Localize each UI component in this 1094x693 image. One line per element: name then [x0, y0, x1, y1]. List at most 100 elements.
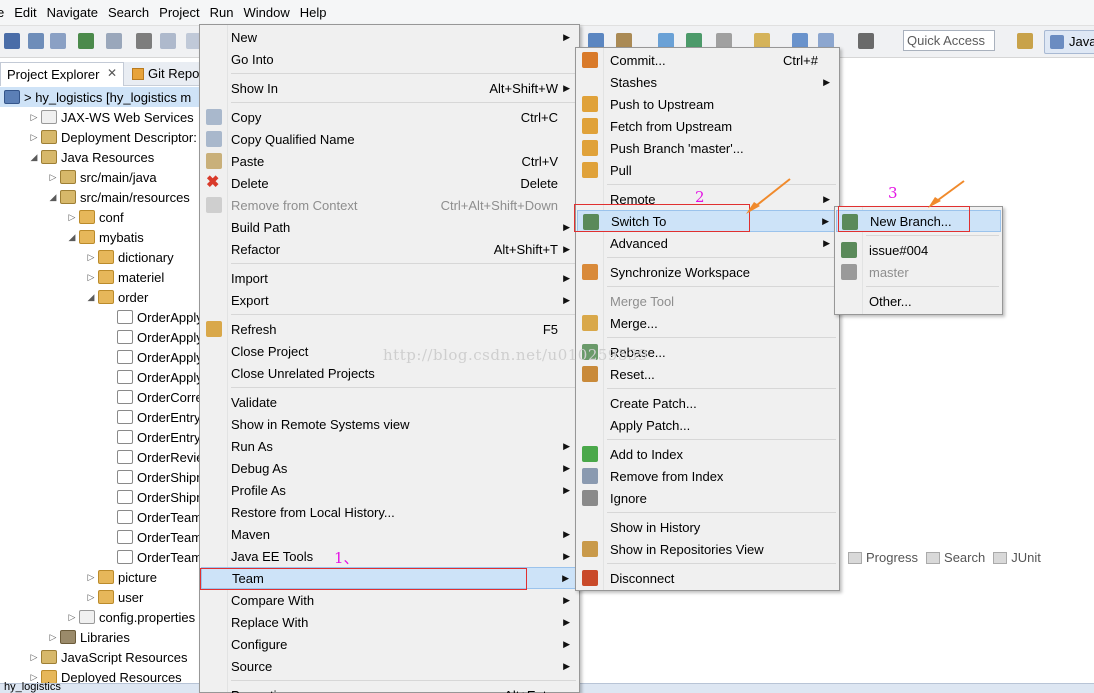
tree-row[interactable]: ◢ Java Resources [27, 147, 155, 167]
menu-window[interactable]: Window [243, 5, 289, 20]
open-perspective-icon[interactable] [1017, 33, 1033, 49]
tree-row[interactable]: ▷ JavaScript Resources [27, 647, 188, 667]
menu-item-profile-as[interactable]: Profile As ▶ [201, 479, 578, 501]
tree-row[interactable]: ▷ picture [84, 567, 158, 587]
tab-project-explorer[interactable]: Project Explorer ✕ [0, 62, 124, 86]
menu-item-pull[interactable]: Pull [577, 159, 838, 181]
menu-edit[interactable]: Edit [14, 5, 36, 20]
expand-arrow-icon[interactable]: ▷ [84, 572, 98, 583]
tree-row[interactable]: ▷ JAX-WS Web Services [27, 107, 194, 127]
tree-row[interactable]: ▷ config.properties [65, 607, 196, 627]
menu-item-go-into[interactable]: Go Into [201, 48, 578, 70]
tree-row[interactable]: OrderCorrec [103, 387, 200, 407]
menu-item-stashes[interactable]: Stashes ▶ [577, 71, 838, 93]
save-icon[interactable] [28, 33, 44, 49]
collapse-arrow-icon[interactable]: ◢ [65, 232, 79, 243]
tree-row[interactable]: ◢ src/main/resources [46, 187, 190, 207]
tree-row[interactable]: ▷ materiel [84, 267, 165, 287]
close-icon[interactable]: ✕ [107, 66, 117, 80]
menu-item-advanced[interactable]: Advanced ▶ [577, 232, 838, 254]
java-perspective-button[interactable]: Java [1044, 30, 1094, 54]
tab-progress[interactable]: Progress [848, 550, 918, 565]
menu-item-validate[interactable]: Validate [201, 391, 578, 413]
menu-project[interactable]: Project [159, 5, 199, 20]
tab-search[interactable]: Search [926, 550, 985, 565]
tree-row[interactable]: OrderTeamM [103, 547, 200, 567]
tab-junit[interactable]: JUnit [993, 550, 1041, 565]
menu-item-merge[interactable]: Merge... [577, 312, 838, 334]
tab-git-repositories[interactable]: Git Repo [128, 62, 208, 86]
tree-row[interactable]: ▷ Libraries [46, 627, 130, 647]
menu-item-push-branch-master[interactable]: Push Branch 'master'... [577, 137, 838, 159]
tree-row[interactable]: OrderTeamD [103, 507, 200, 527]
menu-item-refresh[interactable]: Refresh F5 [201, 318, 578, 340]
collapse-arrow-icon[interactable]: ◢ [27, 152, 41, 163]
tree-row[interactable]: OrderApplyU [103, 367, 200, 387]
tree-row[interactable]: ▷ Deployment Descriptor: hy [27, 127, 200, 147]
menu-item-reset[interactable]: Reset... [577, 363, 838, 385]
quick-access-input[interactable]: Quick Access [903, 30, 995, 51]
menu-item-delete[interactable]: ✖ Delete Delete [201, 172, 578, 194]
menu-item-show-in-repositories-view[interactable]: Show in Repositories View [577, 538, 838, 560]
tree-row[interactable]: OrderEntryM [103, 427, 200, 447]
collapse-arrow-icon[interactable]: ◢ [84, 292, 98, 303]
expand-arrow-icon[interactable]: ▷ [84, 272, 98, 283]
tree-row[interactable]: ▷ conf [65, 207, 124, 227]
menu-item-fetch-from-upstream[interactable]: Fetch from Upstream [577, 115, 838, 137]
menu-item-export[interactable]: Export ▶ [201, 289, 578, 311]
new-icon[interactable] [4, 33, 20, 49]
tree-row[interactable]: ◢ order [84, 287, 149, 307]
menu-run[interactable]: Run [210, 5, 234, 20]
menu-item-disconnect[interactable]: Disconnect [577, 567, 838, 589]
tree-row[interactable]: OrderShipme [103, 467, 200, 487]
tree-row-project[interactable]: > hy_logistics [hy_logistics m [0, 87, 200, 107]
tree-row[interactable]: ▷ dictionary [84, 247, 174, 267]
tree-row[interactable]: ▷ src/main/java [46, 167, 157, 187]
menu-navigate[interactable]: Navigate [47, 5, 98, 20]
menu-item-add-to-index[interactable]: Add to Index [577, 443, 838, 465]
menu-item-import[interactable]: Import ▶ [201, 267, 578, 289]
tree-row[interactable]: OrderReview [103, 447, 200, 467]
menu-item-build-path[interactable]: Build Path ▶ [201, 216, 578, 238]
suspend-icon[interactable] [160, 33, 176, 49]
tree-row[interactable]: OrderShipme [103, 487, 200, 507]
menu-item-run-as[interactable]: Run As ▶ [201, 435, 578, 457]
tree-row[interactable]: OrderApplyD [103, 307, 200, 327]
menu-item-compare-with[interactable]: Compare With ▶ [201, 589, 578, 611]
expand-arrow-icon[interactable]: ▷ [84, 592, 98, 603]
menu-item-replace-with[interactable]: Replace With ▶ [201, 611, 578, 633]
expand-arrow-icon[interactable]: ▷ [46, 172, 60, 183]
menu-help[interactable]: Help [300, 5, 327, 20]
menu-item-copy-qualified-name[interactable]: Copy Qualified Name [201, 128, 578, 150]
menu-e[interactable]: e [0, 5, 4, 20]
menu-item-show-in-remote-systems-view[interactable]: Show in Remote Systems view [201, 413, 578, 435]
menu-item-create-patch[interactable]: Create Patch... [577, 392, 838, 414]
menu-item-properties[interactable]: Properties Alt+Enter [201, 684, 578, 693]
tree-row[interactable]: OrderApplyM [103, 347, 200, 367]
menu-item-maven[interactable]: Maven ▶ [201, 523, 578, 545]
expand-arrow-icon[interactable]: ▷ [65, 612, 79, 623]
menu-item-show-in[interactable]: Show In Alt+Shift+W ▶ [201, 77, 578, 99]
menu-item-close-unrelated-projects[interactable]: Close Unrelated Projects [201, 362, 578, 384]
expand-arrow-icon[interactable]: ▷ [46, 632, 60, 643]
expand-arrow-icon[interactable]: ▷ [27, 132, 41, 143]
tree-row[interactable]: OrderApplyL [103, 327, 200, 347]
resume-icon[interactable] [136, 33, 152, 49]
menu-item-other[interactable]: Other... [836, 290, 1001, 312]
menu-item-apply-patch[interactable]: Apply Patch... [577, 414, 838, 436]
menu-item-refactor[interactable]: Refactor Alt+Shift+T ▶ [201, 238, 578, 260]
menu-item-paste[interactable]: Paste Ctrl+V [201, 150, 578, 172]
skip-breakpoints-icon[interactable] [106, 33, 122, 49]
menu-item-restore-from-local-history[interactable]: Restore from Local History... [201, 501, 578, 523]
menu-item-push-to-upstream[interactable]: Push to Upstream [577, 93, 838, 115]
menu-item-debug-as[interactable]: Debug As ▶ [201, 457, 578, 479]
menu-item-ignore[interactable]: Ignore [577, 487, 838, 509]
expand-arrow-icon[interactable]: ▷ [65, 212, 79, 223]
menu-item-copy[interactable]: Copy Ctrl+C [201, 106, 578, 128]
menu-item-java-ee-tools[interactable]: Java EE Tools ▶ [201, 545, 578, 567]
menu-item-synchronize-workspace[interactable]: Synchronize Workspace [577, 261, 838, 283]
menu-item-commit[interactable]: Commit... Ctrl+# [577, 49, 838, 71]
expand-arrow-icon[interactable]: ▷ [27, 652, 41, 663]
console-icon[interactable] [78, 33, 94, 49]
tree-row[interactable]: ◢ mybatis [65, 227, 144, 247]
